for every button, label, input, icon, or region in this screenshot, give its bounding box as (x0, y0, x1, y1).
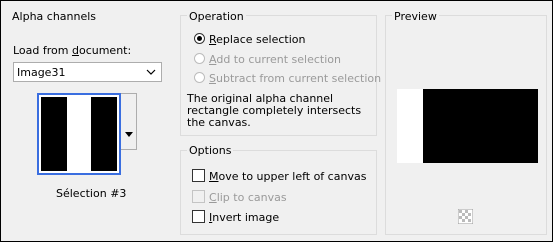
chevron-down-icon (146, 69, 156, 75)
selection-thumbnail[interactable] (37, 93, 121, 175)
add-to-selection-label: Add to current selection (209, 53, 341, 66)
alpha-channels-title: Alpha channels (12, 10, 97, 23)
preview-title: Preview (392, 10, 439, 23)
document-select-value: Image31 (17, 66, 66, 79)
checkerboard-icon[interactable] (458, 209, 473, 224)
replace-selection-label: Replace selection (209, 33, 306, 46)
thumbnail-dropdown-button[interactable] (121, 93, 137, 150)
radio-button[interactable] (194, 33, 205, 44)
radio-button[interactable] (194, 72, 205, 83)
clip-to-canvas-label: Clip to canvas (209, 191, 287, 204)
operation-title: Operation (187, 10, 246, 23)
selection-caption: Sélection #3 (56, 187, 127, 200)
move-to-upper-left-label: Move to upper left of canvas (209, 170, 367, 183)
thumbnail-image (41, 97, 117, 171)
invert-image-label: Invert image (209, 211, 280, 224)
radio-button[interactable] (194, 53, 205, 64)
operation-description: The original alpha channel rectangle com… (187, 92, 362, 129)
checkbox[interactable] (192, 169, 205, 182)
checkbox[interactable] (192, 190, 205, 203)
subtract-from-selection-label: Subtract from current selection (209, 72, 382, 85)
preview-image (397, 89, 538, 163)
load-from-document-label: Load from document: (13, 44, 132, 57)
checkbox[interactable] (192, 210, 205, 223)
options-title: Options (187, 144, 234, 157)
document-select[interactable]: Image31 (13, 62, 162, 82)
dropdown-arrow-icon (125, 132, 133, 137)
